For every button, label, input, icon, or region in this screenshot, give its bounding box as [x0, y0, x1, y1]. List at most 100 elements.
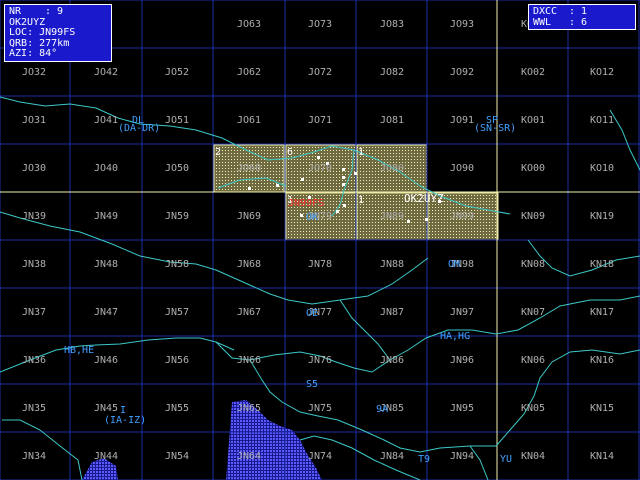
- contact-info-panel: NR: 9 OK2UYZ LOC: JN99FS QRB: 277km AZI:…: [4, 4, 112, 62]
- grid-square-label: JN75: [308, 403, 332, 414]
- country-label: S5: [306, 379, 318, 390]
- grid-square-label: JO81: [380, 115, 404, 126]
- grid-square-label: JN99: [450, 211, 474, 222]
- loc-value: JN99FS: [39, 27, 76, 38]
- square-count: 2: [215, 147, 221, 158]
- country-label: OK: [306, 212, 318, 223]
- grid-square-label: KN08: [521, 259, 545, 270]
- grid-square-label: JN34: [22, 451, 46, 462]
- country-label: (IA-IZ): [104, 415, 146, 426]
- grid-square-label: JN48: [94, 259, 118, 270]
- square-count: 1: [358, 195, 364, 206]
- grid-square-label: KN06: [521, 355, 545, 366]
- grid-square-label: JN74: [308, 451, 332, 462]
- grid-square-label: JN65: [237, 403, 261, 414]
- grid-square-label: KN05: [521, 403, 545, 414]
- grid-square-label: JN86: [380, 355, 404, 366]
- nr-row: NR: 9: [9, 6, 64, 17]
- grid-square-label: KO01: [521, 115, 545, 126]
- grid-square-label: JN84: [380, 451, 404, 462]
- grid-square-label: JN59: [165, 211, 189, 222]
- grid-square-label: KN16: [590, 355, 614, 366]
- locator-map[interactable]: JO63JO73JO83JO93KO03JO32JO42JO52JO62JO72…: [0, 0, 640, 480]
- grid-square-label: JO40: [94, 163, 118, 174]
- grid-square-label: JN58: [165, 259, 189, 270]
- grid-square-label: JO41: [94, 115, 118, 126]
- grid-square-label: JN35: [22, 403, 46, 414]
- qrb-value: 277km: [39, 37, 70, 49]
- grid-square-label: JN56: [165, 355, 189, 366]
- country-label: HB,HE: [64, 345, 94, 356]
- nr-label: NR: [9, 6, 22, 17]
- grid-square-label: JO71: [308, 115, 332, 126]
- grid-square-label: JN37: [22, 307, 46, 318]
- home-locator-label: JN99FS: [288, 198, 324, 209]
- grid-square-label: JO51: [165, 115, 189, 126]
- wwl-label: WWL: [533, 16, 552, 28]
- grid-square-label: JN66: [237, 355, 261, 366]
- grid-square-label: KO00: [521, 163, 545, 174]
- grid-square-label: JO91: [450, 115, 474, 126]
- grid-square-label: JO92: [450, 67, 474, 78]
- grid-square-label: KO10: [590, 163, 614, 174]
- loc-label: LOC: [9, 27, 28, 38]
- grid-square-label: JN76: [308, 355, 332, 366]
- dxcc-value: 1: [581, 6, 588, 17]
- grid-square-label: JN87: [380, 307, 404, 318]
- grid-square-label: KO11: [590, 115, 614, 126]
- country-label: OM: [448, 259, 460, 270]
- grid-square-label: KN04: [521, 451, 545, 462]
- grid-square-label: JN57: [165, 307, 189, 318]
- grid-square-label: JO61: [237, 115, 261, 126]
- grid-square-label: JN64: [237, 451, 261, 462]
- grid-square-label: KN15: [590, 403, 614, 414]
- grid-square-label: JO82: [380, 67, 404, 78]
- grid-square-label: KN18: [590, 259, 614, 270]
- grid-square-label: JN68: [237, 259, 261, 270]
- grid-square-label: JN36: [22, 355, 46, 366]
- grid-square-label: JO62: [237, 67, 261, 78]
- country-label: (DA-DR): [118, 123, 160, 134]
- grid-square-label: JN78: [308, 259, 332, 270]
- station-callsign-label: OK2UYZ: [404, 192, 444, 205]
- qrb-label: QRB: [9, 37, 28, 49]
- grid-square-label: KN19: [590, 211, 614, 222]
- dxcc-label: DXCC: [533, 6, 558, 17]
- country-label: HA,HG: [440, 331, 470, 342]
- grid-square-label: JN49: [94, 211, 118, 222]
- grid-square-label: JN69: [237, 211, 261, 222]
- grid-square-label: JN67: [237, 307, 261, 318]
- grid-square-label: JO42: [94, 67, 118, 78]
- azi-label: AZI: [9, 48, 28, 59]
- grid-square-label: JO31: [22, 115, 46, 126]
- country-label: 9A: [376, 404, 388, 415]
- grid-square-label: JN88: [380, 259, 404, 270]
- wwl-value: 6: [581, 16, 588, 28]
- grid-square-label: JO30: [22, 163, 46, 174]
- grid-square-label: JO93: [450, 19, 474, 30]
- grid-square-label: JN96: [450, 355, 474, 366]
- square-count: 1: [358, 147, 364, 158]
- country-label: YU: [500, 454, 512, 465]
- grid-square-label: JN89: [380, 211, 404, 222]
- grid-square-label: JO70: [308, 163, 332, 174]
- azi-value: 84°: [39, 48, 58, 59]
- grid-square-label: JN54: [165, 451, 189, 462]
- grid-square-label: JN44: [94, 451, 118, 462]
- grid-square-label: KO12: [590, 67, 614, 78]
- grid-square-label: JO90: [450, 163, 474, 174]
- grid-square-label: KN09: [521, 211, 545, 222]
- grid-square-label: JN55: [165, 403, 189, 414]
- square-count: 6: [287, 147, 293, 158]
- grid-square-label: KN17: [590, 307, 614, 318]
- grid-square-label: JN47: [94, 307, 118, 318]
- grid-square-label: JN39: [22, 211, 46, 222]
- grid-square-label: JN95: [450, 403, 474, 414]
- grid-square-label: JO83: [380, 19, 404, 30]
- grid-square-label: KN07: [521, 307, 545, 318]
- grid-square-label: JN46: [94, 355, 118, 366]
- grid-square-label: JN38: [22, 259, 46, 270]
- grid-square-label: JO73: [308, 19, 332, 30]
- grid-square-label: JN45: [94, 403, 118, 414]
- grid-square-label: JO63: [237, 19, 261, 30]
